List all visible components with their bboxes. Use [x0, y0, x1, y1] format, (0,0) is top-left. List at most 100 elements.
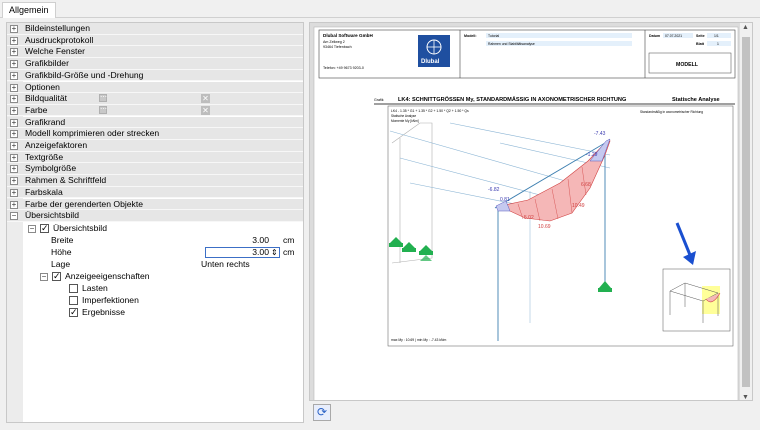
expand-icon[interactable]: +	[10, 95, 18, 104]
tree-group-row[interactable]: + Modell komprimieren oder strecken	[7, 128, 303, 140]
expand-icon[interactable]: +	[10, 106, 18, 115]
anzeige-row: − Anzeigeeigenschaften	[7, 271, 303, 283]
settings-tree: + Bildeinstellungen + Ausdruckprotokoll + Wel…	[6, 22, 304, 423]
hoehe-row: Höhe 3.00 ⇕ cm	[7, 247, 303, 259]
scroll-down-icon[interactable]: ▼	[742, 394, 749, 400]
collapse-icon[interactable]: −	[10, 212, 18, 221]
seite-key: Seite	[696, 34, 705, 38]
preview-page: Dlubal Software GmbH Am Zellweg 2 93464 …	[310, 23, 742, 400]
svg-text:0.81: 0.81	[500, 197, 510, 203]
collapse-icon[interactable]: −	[40, 273, 48, 281]
expand-icon[interactable]: +	[10, 83, 18, 92]
preview-vertical-scrollbar[interactable]: ▲ ▼	[740, 23, 752, 400]
seite-value: 1/1	[714, 34, 719, 38]
tree-group-row[interactable]: + Farbe der gerenderten Objekte	[7, 198, 303, 211]
expand-icon[interactable]: +	[10, 200, 18, 209]
expand-icon[interactable]: +	[10, 188, 18, 197]
tree-group-row[interactable]: + Farbskala	[7, 186, 303, 199]
tree-group-row[interactable]: + Farbe ⋯ ✕	[7, 104, 303, 117]
tree-group-row[interactable]: − Übersichtsbild	[7, 210, 303, 222]
tree-group-row[interactable]: + Ausdruckprotokoll	[7, 34, 303, 47]
expand-icon[interactable]: +	[10, 130, 18, 139]
tree-group-row[interactable]: + Grafikrand	[7, 116, 303, 129]
print-settings-window: Allgemein + Bildeinstellungen + Ausdruckpro…	[0, 0, 760, 430]
expand-icon[interactable]: +	[10, 153, 18, 162]
print-preview: Dlubal Software GmbH Am Zellweg 2 93464 …	[309, 22, 753, 401]
blatt-value: 1	[717, 42, 719, 46]
company-name: Dlubal Software GmbH	[323, 33, 373, 38]
expand-icon[interactable]: +	[10, 60, 18, 69]
svg-text:-1.29: -1.29	[586, 152, 598, 158]
expand-icon[interactable]: +	[10, 25, 18, 33]
expand-icon[interactable]: +	[10, 118, 18, 127]
tree-group-label: Optionen	[25, 81, 60, 92]
expand-icon[interactable]: +	[10, 177, 18, 186]
hoehe-value[interactable]: 3.00	[252, 247, 269, 259]
overview-checkbox[interactable]	[40, 223, 49, 234]
expand-icon[interactable]: +	[10, 165, 18, 174]
tree-group-row[interactable]: + Optionen	[7, 81, 303, 94]
tree-group-row[interactable]: + Grafikbild-Größe und -Drehung	[7, 69, 303, 82]
tree-group-label: Rahmen & Schriftfeld	[25, 175, 107, 186]
close-icon[interactable]: ✕	[201, 105, 210, 115]
tree-group-label: Farbe der gerenderten Objekte	[25, 198, 143, 209]
collapse-icon[interactable]: −	[28, 225, 36, 233]
close-icon[interactable]: ✕	[201, 94, 210, 104]
breite-unit: cm	[283, 235, 295, 245]
svg-text:6.68: 6.68	[581, 182, 591, 188]
load-case-line: LK4 - 1.35 * G1 + 1.35 * G2 + 1.50 * Q2 …	[391, 109, 469, 113]
refresh-preview-button[interactable]: ⟳	[313, 404, 331, 421]
tree-group-label: Bildeinstellungen	[25, 23, 90, 33]
hoehe-label: Höhe	[51, 247, 72, 257]
tree-group-row[interactable]: + Anzeigefaktoren	[7, 140, 303, 152]
tree-group-row[interactable]: + Rahmen & Schriftfeld	[7, 175, 303, 187]
imperfektionen-checkbox[interactable]	[69, 296, 78, 305]
ergebnisse-label: Ergebnisse	[82, 307, 125, 317]
expand-icon[interactable]: +	[10, 48, 18, 57]
edit-icon[interactable]: ⋯	[99, 105, 107, 114]
modell-value: Tutorial	[488, 34, 499, 38]
lage-value[interactable]: Unten rechts	[201, 259, 250, 271]
tree-group-row[interactable]: + Bildeinstellungen	[7, 23, 303, 35]
edit-icon[interactable]: ⋯	[99, 94, 107, 103]
anzeige-checkbox[interactable]	[52, 271, 61, 282]
lasten-checkbox[interactable]	[69, 284, 78, 293]
tree-group-row[interactable]: + Symbolgröße	[7, 163, 303, 175]
modell-key: Modell:	[464, 34, 477, 38]
grafik-label: Grafik	[374, 98, 384, 102]
expand-icon[interactable]: +	[10, 36, 18, 45]
tree-group-row[interactable]: + Textgröße	[7, 151, 303, 164]
overview-checkbox-label: Übersichtsbild	[53, 223, 107, 233]
overview-thumbnail	[662, 268, 731, 332]
svg-text:10.49: 10.49	[572, 203, 585, 209]
tree-group-row[interactable]: + Welche Fenster	[7, 46, 303, 58]
spin-arrows-icon[interactable]: ⇕	[271, 247, 278, 259]
expand-icon[interactable]: +	[10, 142, 18, 150]
lasten-label: Lasten	[82, 283, 108, 293]
scrollbar-thumb[interactable]	[742, 37, 750, 387]
breite-label: Breite	[51, 235, 74, 245]
tree-group-row[interactable]: + Bildqualität ⋯ ✕	[7, 93, 303, 105]
breite-value[interactable]: 3.00	[252, 235, 269, 247]
imperfektionen-label: Imperfektionen	[82, 295, 139, 305]
tab-allgemein[interactable]: Allgemein	[2, 2, 56, 18]
tree-group-label: Welche Fenster	[25, 46, 86, 57]
tree-group-row[interactable]: + Grafikbilder	[7, 58, 303, 70]
svg-text:-6.82: -6.82	[488, 187, 500, 193]
lage-row: Lage Unten rechts	[7, 259, 303, 271]
ergebnisse-checkbox[interactable]	[69, 307, 78, 318]
scroll-up-icon[interactable]: ▲	[742, 24, 749, 31]
datum-value: 07.07.2021	[665, 34, 682, 38]
tree-group-label: Grafikbild-Größe und -Drehung	[25, 69, 144, 80]
svg-text:-7.43: -7.43	[594, 131, 606, 137]
lasten-row: Lasten	[7, 283, 303, 295]
hoehe-unit: cm	[283, 247, 295, 257]
tree-group-label: Textgröße	[25, 151, 64, 162]
expand-icon[interactable]: +	[10, 71, 18, 80]
svg-text:5.02: 5.02	[524, 215, 534, 221]
category-label: Statische Analyse	[672, 97, 720, 103]
imperfektionen-row: Imperfektionen	[7, 295, 303, 307]
tree-group-label: Ausdruckprotokoll	[25, 34, 94, 45]
overview-checkbox-row: − Übersichtsbild	[7, 223, 303, 235]
dlubal-logo-icon: Dlubal	[418, 35, 450, 67]
